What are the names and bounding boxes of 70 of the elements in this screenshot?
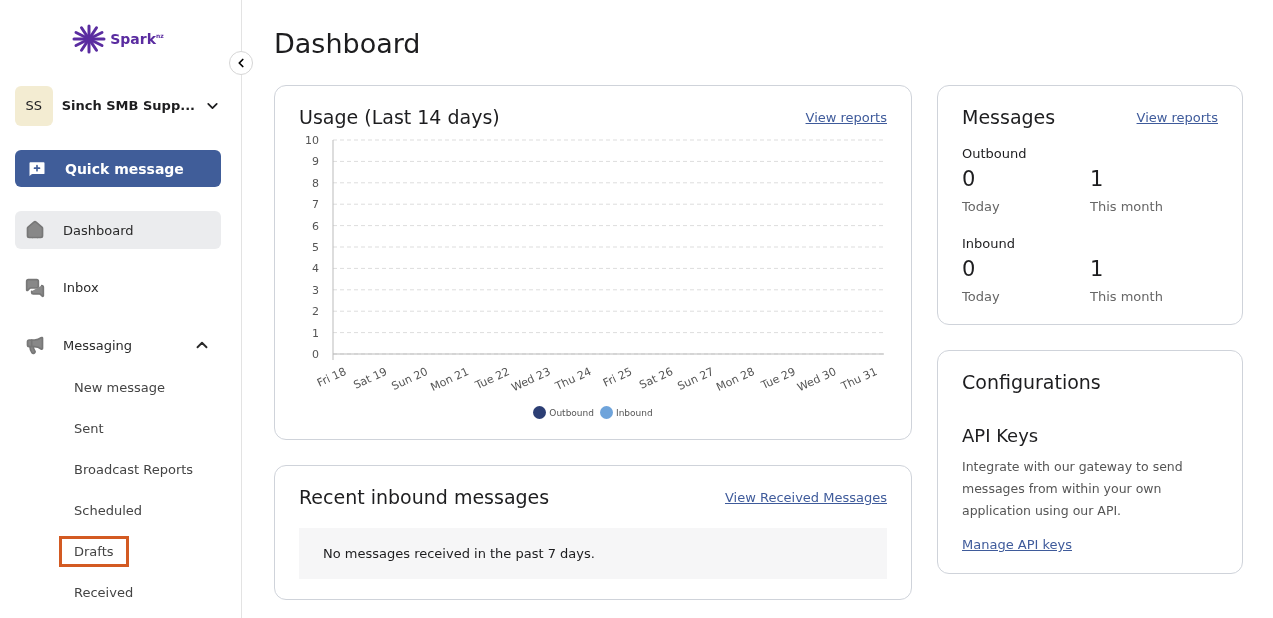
card-title: Messages: [962, 106, 1056, 128]
x-tick-label: Mon 21: [428, 364, 471, 394]
account-name[interactable]: Sinch SMB Supp...: [61, 98, 196, 114]
x-tick-label: Fri 25: [600, 364, 635, 390]
empty-message: No messages received in the past 7 days.: [299, 528, 887, 579]
starburst-logo-icon: [72, 23, 107, 54]
section-title: API Keys: [962, 425, 1040, 446]
view-reports-link[interactable]: View reports: [805, 109, 887, 125]
y-tick-label: 1: [312, 326, 319, 340]
x-tick-label: Fri 18: [315, 364, 349, 390]
view-received-link[interactable]: View Received Messages: [725, 489, 887, 505]
manage-api-keys-link[interactable]: Manage API keys: [962, 537, 1072, 552]
description: Integrate with our gateway to send messages from within your own application using our API.: [962, 458, 1184, 520]
stat-value: 1: [1090, 167, 1105, 191]
stat-caption: This month: [1090, 199, 1164, 214]
page-title: Dashboard: [274, 28, 422, 59]
chat-bubbles-icon: [25, 277, 45, 298]
sub-nav-item[interactable]: Scheduled: [59, 495, 157, 526]
card-title: Recent inbound messages: [299, 486, 550, 508]
y-tick-label: 9: [312, 155, 319, 169]
x-tick-label: Tue 22: [473, 364, 512, 393]
nav-item[interactable]: Dashboard: [15, 211, 221, 249]
group-label: Outbound: [962, 146, 1028, 161]
stat-caption: Today: [962, 289, 1001, 304]
y-tick-label: 0: [312, 348, 319, 361]
card-title: Configurations: [962, 371, 1101, 393]
x-tick-label: Mon 28: [714, 364, 757, 394]
nav-item[interactable]: Messaging: [15, 326, 221, 364]
x-tick-label: Wed 23: [509, 364, 553, 395]
legend-label: Inbound: [616, 407, 653, 418]
megaphone-icon: [25, 335, 45, 356]
stat-value: 0: [962, 167, 977, 191]
stat-value: 1: [1090, 257, 1105, 281]
x-tick-label: Sun 20: [389, 364, 430, 393]
legend-label: Outbound: [549, 407, 594, 418]
x-tick-label: Tue 29: [759, 364, 798, 393]
y-tick-label: 4: [312, 262, 319, 276]
sub-nav-item[interactable]: Sent: [59, 413, 119, 444]
x-tick-label: Sun 27: [675, 364, 716, 393]
y-tick-label: 6: [312, 219, 319, 233]
stat-caption: This month: [1090, 289, 1164, 304]
group-label: Inbound: [962, 236, 1016, 251]
x-tick-label: Sat 26: [637, 364, 676, 392]
x-tick-label: Sat 19: [351, 364, 390, 392]
sub-nav-item[interactable]: Broadcast Reports: [59, 454, 209, 485]
sub-nav-item[interactable]: New message: [59, 372, 180, 403]
nav-label: Dashboard: [63, 222, 135, 238]
y-tick-label: 5: [312, 241, 319, 254]
view-reports-link[interactable]: View reports: [1136, 109, 1218, 125]
account-avatar: SS: [15, 85, 53, 126]
logo-text: Spark$^{nz}$: [110, 30, 164, 47]
y-tick-label: 7: [312, 198, 319, 212]
card-title: Usage (Last 14 days): [299, 106, 500, 128]
x-tick-label: Wed 30: [795, 364, 839, 395]
collapse-sidebar-button[interactable]: [229, 51, 253, 75]
sub-nav-item[interactable]: Received: [59, 577, 149, 608]
quick-message-button[interactable]: Quick message: [15, 149, 221, 188]
nav-item[interactable]: Inbox: [15, 268, 221, 307]
home-icon: [25, 220, 45, 241]
y-tick-label: 2: [312, 305, 319, 319]
stat-caption: Today: [962, 199, 1001, 214]
y-tick-label: 8: [312, 176, 319, 190]
nav-label: Messaging: [63, 337, 134, 353]
x-tick-label: Thu 24: [553, 364, 594, 393]
stat-value: 0: [962, 257, 977, 281]
sub-nav-item[interactable]: Drafts: [59, 536, 129, 567]
nav-label: Inbox: [63, 280, 100, 296]
y-tick-label: 10: [305, 134, 319, 147]
y-tick-label: 3: [312, 283, 319, 297]
x-tick-label: Thu 31: [839, 364, 880, 393]
